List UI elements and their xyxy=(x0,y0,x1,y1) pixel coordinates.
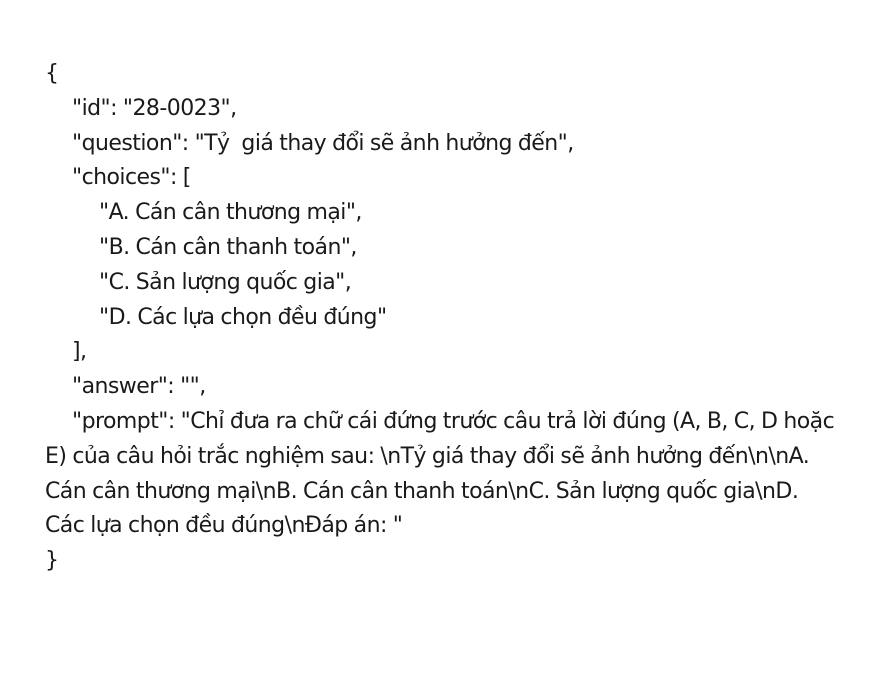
prompt-field: "prompt": "Chỉ đưa ra chữ cái đứng trước… xyxy=(45,408,835,539)
choice-item: "A. Cán cân thương mại", xyxy=(99,200,362,226)
answer-field: "answer": "", xyxy=(72,374,206,400)
question-field: "question": "Tỷ giá thay đổi sẽ ảnh hưởn… xyxy=(72,130,574,156)
choices-close: ], xyxy=(72,339,87,365)
close-brace: } xyxy=(45,548,59,574)
id-field: "id": "28-0023", xyxy=(72,95,237,121)
json-document: { "id": "28-0023", "question": "Tỷ giá t… xyxy=(45,57,845,579)
choice-item: "D. Các lựa chọn đều đúng" xyxy=(99,304,387,330)
open-brace: { xyxy=(45,61,59,86)
choice-item: "B. Cán cân thanh toán", xyxy=(99,234,357,260)
choice-item: "C. Sản lượng quốc gia", xyxy=(99,269,352,295)
choices-open: "choices": [ xyxy=(72,165,191,191)
